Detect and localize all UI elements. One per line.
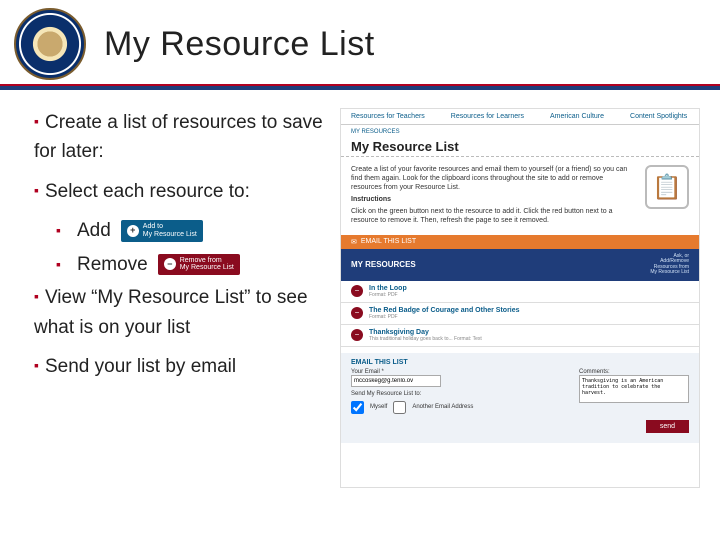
bullet-select: Select each resource to:: [34, 177, 324, 206]
bullet-send: Send your list by email: [34, 352, 324, 381]
nav-tabs: Resources for Teachers Resources for Lea…: [341, 109, 699, 125]
bullet-column: Create a list of resources to save for l…: [34, 108, 324, 488]
mail-icon: ✉: [351, 238, 357, 246]
clipboard-minus-icon: −: [164, 258, 176, 270]
bullet-create: Create a list of resources to save for l…: [34, 108, 324, 167]
my-resources-bar: MY RESOURCES Ask, or Add/Remove Resource…: [341, 249, 699, 281]
bullet-add: Add + Add to My Resource List: [56, 216, 324, 245]
other-checkbox[interactable]: [393, 401, 406, 414]
ask-help-icon[interactable]: Ask, or Add/Remove Resources from My Res…: [650, 254, 689, 276]
breadcrumb: MY RESOURCES: [341, 125, 699, 139]
list-item: − Thanksgiving DayThis traditional holid…: [341, 325, 699, 347]
send-to-label: Send My Resource List to:: [351, 391, 421, 397]
remove-icon[interactable]: −: [351, 307, 363, 319]
email-list-button[interactable]: ✉ EMAIL THIS LIST: [341, 235, 699, 249]
remove-icon[interactable]: −: [351, 285, 363, 297]
opt-other: Another Email Address: [412, 404, 473, 410]
list-item: − In the LoopFormat: PDF: [341, 281, 699, 303]
myself-checkbox[interactable]: [351, 401, 364, 414]
email-heading: EMAIL THIS LIST: [351, 359, 689, 366]
bullet-view: View “My Resource List” to see what is o…: [34, 283, 324, 342]
comments-field[interactable]: [579, 375, 689, 403]
clipboard-icon: 📋: [645, 165, 689, 209]
tab-spotlights[interactable]: Content Spotlights: [630, 113, 687, 120]
slide-header: My Resource List: [0, 0, 720, 80]
remove-badge: − Remove from My Resource List: [158, 254, 240, 275]
remove-icon[interactable]: −: [351, 329, 363, 341]
bullet-remove: Remove − Remove from My Resource List: [56, 250, 324, 279]
opt-myself: Myself: [370, 404, 387, 410]
page-title: My Resource List: [341, 139, 699, 157]
clipboard-plus-icon: +: [127, 225, 139, 237]
us-seal-logo: [14, 8, 86, 80]
slide-title: My Resource List: [104, 25, 375, 64]
email-field[interactable]: [351, 375, 441, 387]
send-button[interactable]: send: [646, 420, 689, 433]
tab-culture[interactable]: American Culture: [550, 113, 604, 120]
email-section: EMAIL THIS LIST Your Email * Send My Res…: [341, 353, 699, 443]
tab-teachers[interactable]: Resources for Teachers: [351, 113, 425, 120]
intro-text: Create a list of your favorite resources…: [351, 165, 635, 229]
list-item: − The Red Badge of Courage and Other Sto…: [341, 303, 699, 325]
add-badge: + Add to My Resource List: [121, 220, 203, 241]
embedded-screenshot: Resources for Teachers Resources for Lea…: [340, 108, 700, 488]
tab-learners[interactable]: Resources for Learners: [451, 113, 524, 120]
